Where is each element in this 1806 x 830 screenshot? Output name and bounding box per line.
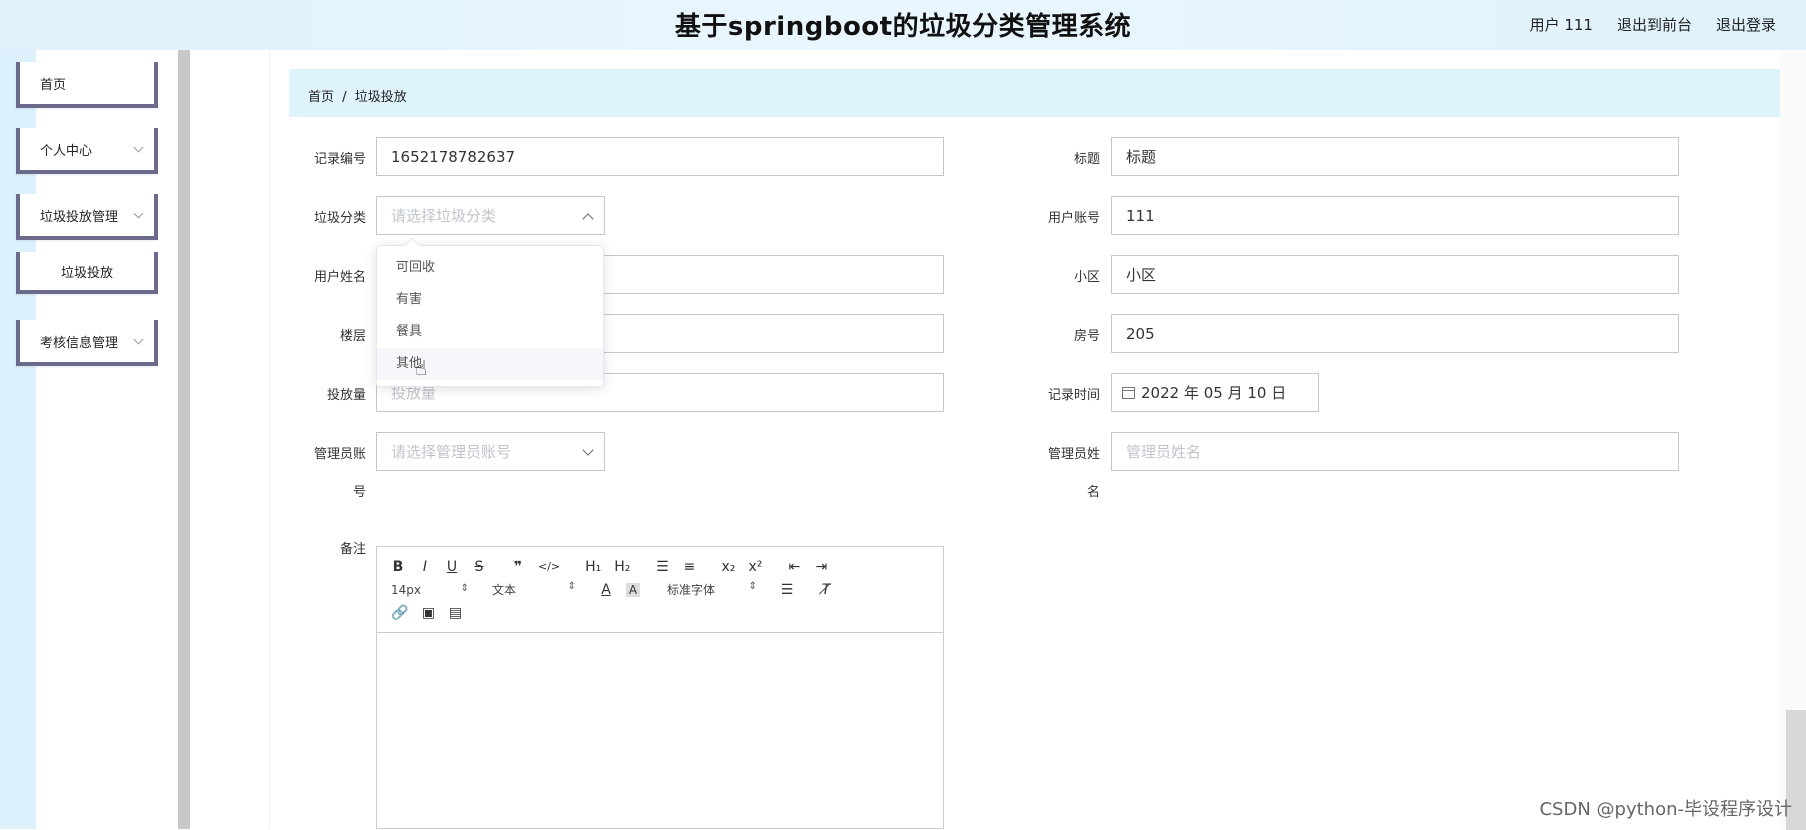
heading-2-icon[interactable]: H₂ bbox=[614, 559, 630, 575]
outdent-icon[interactable]: ⇤ bbox=[787, 559, 801, 575]
link-icon[interactable]: 🔗 bbox=[391, 605, 408, 621]
admin-name-placeholder: 管理员姓名 bbox=[1126, 443, 1202, 461]
breadcrumb-bar bbox=[289, 69, 1782, 117]
community-input[interactable]: 小区 bbox=[1111, 255, 1679, 294]
italic-icon[interactable]: I bbox=[418, 559, 432, 575]
room-value: 205 bbox=[1126, 324, 1155, 343]
notes-editor: B I U S ❞ </> H₁ H₂ ☰ ≡ x₂ x² ⇤ ⇥ 14px 文… bbox=[376, 546, 944, 829]
bullet-list-icon[interactable]: ≡ bbox=[682, 559, 696, 575]
chevron-down-icon bbox=[133, 208, 144, 219]
category-select[interactable]: 请选择垃圾分类 bbox=[376, 196, 605, 235]
sidebar-item-assessment-management[interactable]: 考核信息管理 bbox=[16, 320, 158, 366]
bold-icon[interactable]: B bbox=[391, 559, 405, 575]
account-value: 111 bbox=[1126, 206, 1155, 225]
dropdown-option-recyclable[interactable]: 可回收 bbox=[377, 252, 603, 284]
block-format-select[interactable]: 文本 bbox=[492, 581, 576, 598]
blockquote-icon[interactable]: ❞ bbox=[511, 559, 525, 575]
ordered-list-icon[interactable]: ☰ bbox=[655, 559, 669, 575]
code-icon[interactable]: </> bbox=[538, 560, 560, 573]
notes-label: 备注 bbox=[339, 542, 366, 557]
chevron-down-icon bbox=[582, 444, 594, 456]
admin-account-placeholder: 请选择管理员账号 bbox=[391, 443, 512, 461]
floor-label: 楼层 bbox=[339, 329, 366, 344]
sidebar-item-label: 个人中心 bbox=[40, 143, 93, 159]
sidebar-item-garbage-disposal[interactable]: 垃圾投放 bbox=[16, 252, 158, 294]
category-placeholder: 请选择垃圾分类 bbox=[391, 207, 497, 225]
breadcrumb-separator: / bbox=[342, 90, 347, 105]
record-no-value: 1652178782637 bbox=[391, 147, 516, 166]
calendar-icon bbox=[1122, 386, 1135, 399]
title-label: 标题 bbox=[1073, 152, 1100, 167]
align-icon[interactable]: ☰ bbox=[780, 582, 794, 598]
font-size-select[interactable]: 14px bbox=[391, 583, 469, 597]
admin-name-input[interactable]: 管理员姓名 bbox=[1111, 432, 1679, 471]
admin-account-label-wrap: 号 bbox=[352, 485, 366, 500]
community-value: 小区 bbox=[1126, 266, 1157, 284]
underline-icon[interactable]: U bbox=[445, 559, 459, 575]
room-label: 房号 bbox=[1073, 329, 1100, 344]
chevron-down-icon bbox=[133, 142, 144, 153]
clear-format-icon[interactable]: T̸ bbox=[819, 582, 833, 598]
sidebar-item-garbage-management[interactable]: 垃圾投放管理 bbox=[16, 194, 158, 240]
category-label: 垃圾分类 bbox=[313, 211, 366, 226]
strikethrough-icon[interactable]: S bbox=[472, 559, 486, 575]
current-user-label: 用户 111 bbox=[1529, 16, 1593, 34]
amount-label: 投放量 bbox=[326, 388, 366, 403]
sidebar-item-label: 垃圾投放管理 bbox=[40, 209, 119, 225]
account-label: 用户账号 bbox=[1047, 211, 1100, 226]
top-header: 基于springboot的垃圾分类管理系统 用户 111 退出到前台 退出登录 bbox=[0, 0, 1806, 50]
video-icon[interactable]: ▤ bbox=[448, 605, 462, 621]
sidebar-divider bbox=[178, 50, 190, 829]
breadcrumb-current: 垃圾投放 bbox=[354, 90, 407, 105]
dropdown-option-tableware[interactable]: 餐具 bbox=[377, 316, 603, 348]
editor-toolbar: B I U S ❞ </> H₁ H₂ ☰ ≡ x₂ x² ⇤ ⇥ 14px 文… bbox=[377, 547, 943, 633]
record-no-label: 记录编号 bbox=[313, 152, 366, 167]
indent-icon[interactable]: ⇥ bbox=[814, 559, 828, 575]
breadcrumb-home[interactable]: 首页 bbox=[308, 90, 334, 105]
back-to-front-link[interactable]: 退出到前台 bbox=[1617, 14, 1692, 35]
sidebar-item-label: 垃圾投放 bbox=[60, 265, 113, 281]
subscript-icon[interactable]: x₂ bbox=[721, 559, 735, 575]
sidebar-item-label: 首页 bbox=[40, 77, 67, 93]
record-no-input[interactable]: 1652178782637 bbox=[376, 137, 944, 176]
sidebar-item-home[interactable]: 首页 bbox=[16, 62, 158, 108]
admin-account-select[interactable]: 请选择管理员账号 bbox=[376, 432, 605, 471]
admin-name-label: 管理员姓 bbox=[1047, 447, 1100, 462]
superscript-icon[interactable]: x² bbox=[748, 559, 762, 575]
title-input[interactable]: 标题 bbox=[1111, 137, 1679, 176]
record-time-value: 2022 年 05 月 10 日 bbox=[1141, 384, 1287, 402]
header-actions: 用户 111 退出到前台 退出登录 bbox=[1530, 14, 1776, 35]
record-time-picker[interactable]: 2022 年 05 月 10 日 bbox=[1111, 373, 1319, 412]
font-color-icon[interactable]: A bbox=[599, 582, 613, 598]
side-gap bbox=[190, 50, 270, 829]
dropdown-option-hazardous[interactable]: 有害 bbox=[377, 284, 603, 316]
user-name-label: 用户姓名 bbox=[313, 270, 366, 285]
background-color-icon[interactable]: A bbox=[626, 582, 640, 597]
room-input[interactable]: 205 bbox=[1111, 314, 1679, 353]
admin-account-label: 管理员账 bbox=[313, 447, 366, 462]
title-value: 标题 bbox=[1126, 148, 1157, 166]
admin-name-label-wrap: 名 bbox=[1086, 485, 1100, 500]
heading-1-icon[interactable]: H₁ bbox=[585, 559, 601, 575]
editor-content-area[interactable] bbox=[377, 633, 943, 828]
record-time-label: 记录时间 bbox=[1047, 388, 1100, 403]
hand-cursor-icon: ☝ bbox=[415, 356, 428, 380]
chevron-up-icon bbox=[582, 213, 594, 225]
community-label: 小区 bbox=[1073, 270, 1100, 285]
font-family-select[interactable]: 标准字体 bbox=[667, 581, 757, 598]
breadcrumb: 首页 / 垃圾投放 bbox=[308, 86, 407, 105]
sidebar-item-label: 考核信息管理 bbox=[40, 335, 119, 351]
category-dropdown: 可回收 有害 餐具 其他 bbox=[376, 245, 604, 387]
image-icon[interactable]: ▣ bbox=[421, 605, 435, 621]
sidebar-item-personal-center[interactable]: 个人中心 bbox=[16, 128, 158, 174]
account-input[interactable]: 111 bbox=[1111, 196, 1679, 235]
watermark: CSDN @python-毕设程序设计 bbox=[1539, 799, 1792, 820]
page-scrollbar[interactable] bbox=[1780, 50, 1806, 830]
chevron-down-icon bbox=[133, 334, 144, 345]
dropdown-option-other[interactable]: 其他 bbox=[377, 348, 603, 380]
logout-link[interactable]: 退出登录 bbox=[1716, 14, 1776, 35]
